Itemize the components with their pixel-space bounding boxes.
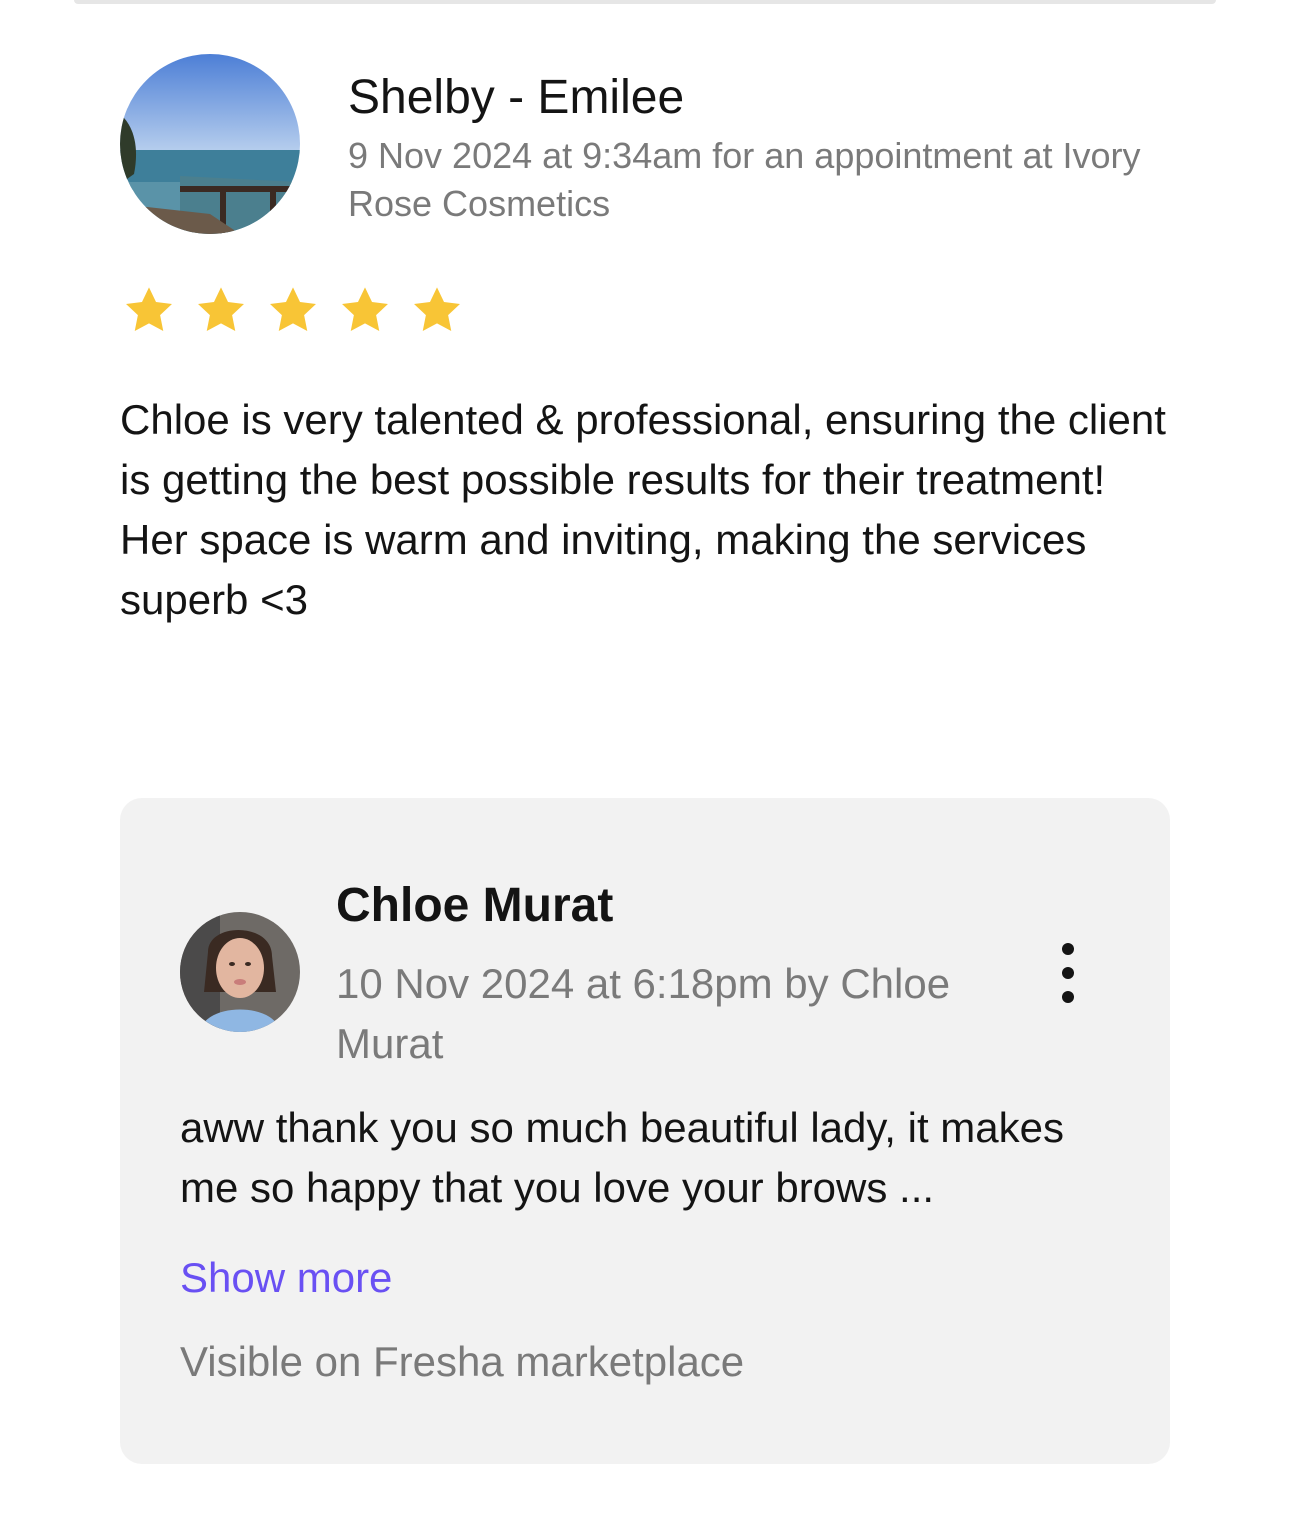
dot	[1062, 967, 1074, 979]
show-more-link[interactable]: Show more	[180, 1250, 392, 1306]
star-rating	[120, 282, 466, 342]
dot	[1062, 991, 1074, 1003]
reply-author-avatar-image	[180, 912, 300, 1032]
star-icon	[126, 287, 172, 332]
reply-text: aww thank you so much beautiful lady, it…	[180, 1104, 1064, 1211]
review-meta: 9 Nov 2024 at 9:34am for an appointment …	[348, 135, 1141, 224]
reviewer-avatar-image	[120, 54, 300, 234]
reviewer-name: Shelby - Emilee	[348, 71, 685, 124]
review-item: Shelby - Emilee 9 Nov 2024 at 9:34am for…	[0, 0, 1290, 1520]
star-icon	[198, 287, 244, 332]
dot	[1062, 943, 1074, 955]
reply-author-avatar	[180, 912, 300, 1032]
review-text-paragraph: Chloe is very talented & professional, e…	[120, 396, 1166, 503]
reviewer-avatar	[120, 54, 300, 234]
reply-author-name: Chloe Murat	[336, 879, 614, 932]
review-text-paragraph: Her space is warm and inviting, making t…	[120, 516, 1087, 623]
divider	[74, 0, 1216, 4]
star-icon	[342, 287, 388, 332]
more-vertical-icon[interactable]	[1042, 938, 1094, 1008]
star-icon	[270, 287, 316, 332]
reply-card: Chloe Murat 10 Nov 2024 at 6:18pm by Chl…	[120, 798, 1170, 1464]
review-text: Chloe is very talented & professional, e…	[120, 390, 1180, 630]
visibility-label: Visible on Fresha marketplace	[180, 1338, 745, 1385]
star-icon	[414, 287, 460, 332]
reply-meta: 10 Nov 2024 at 6:18pm by Chloe Murat	[336, 960, 951, 1067]
